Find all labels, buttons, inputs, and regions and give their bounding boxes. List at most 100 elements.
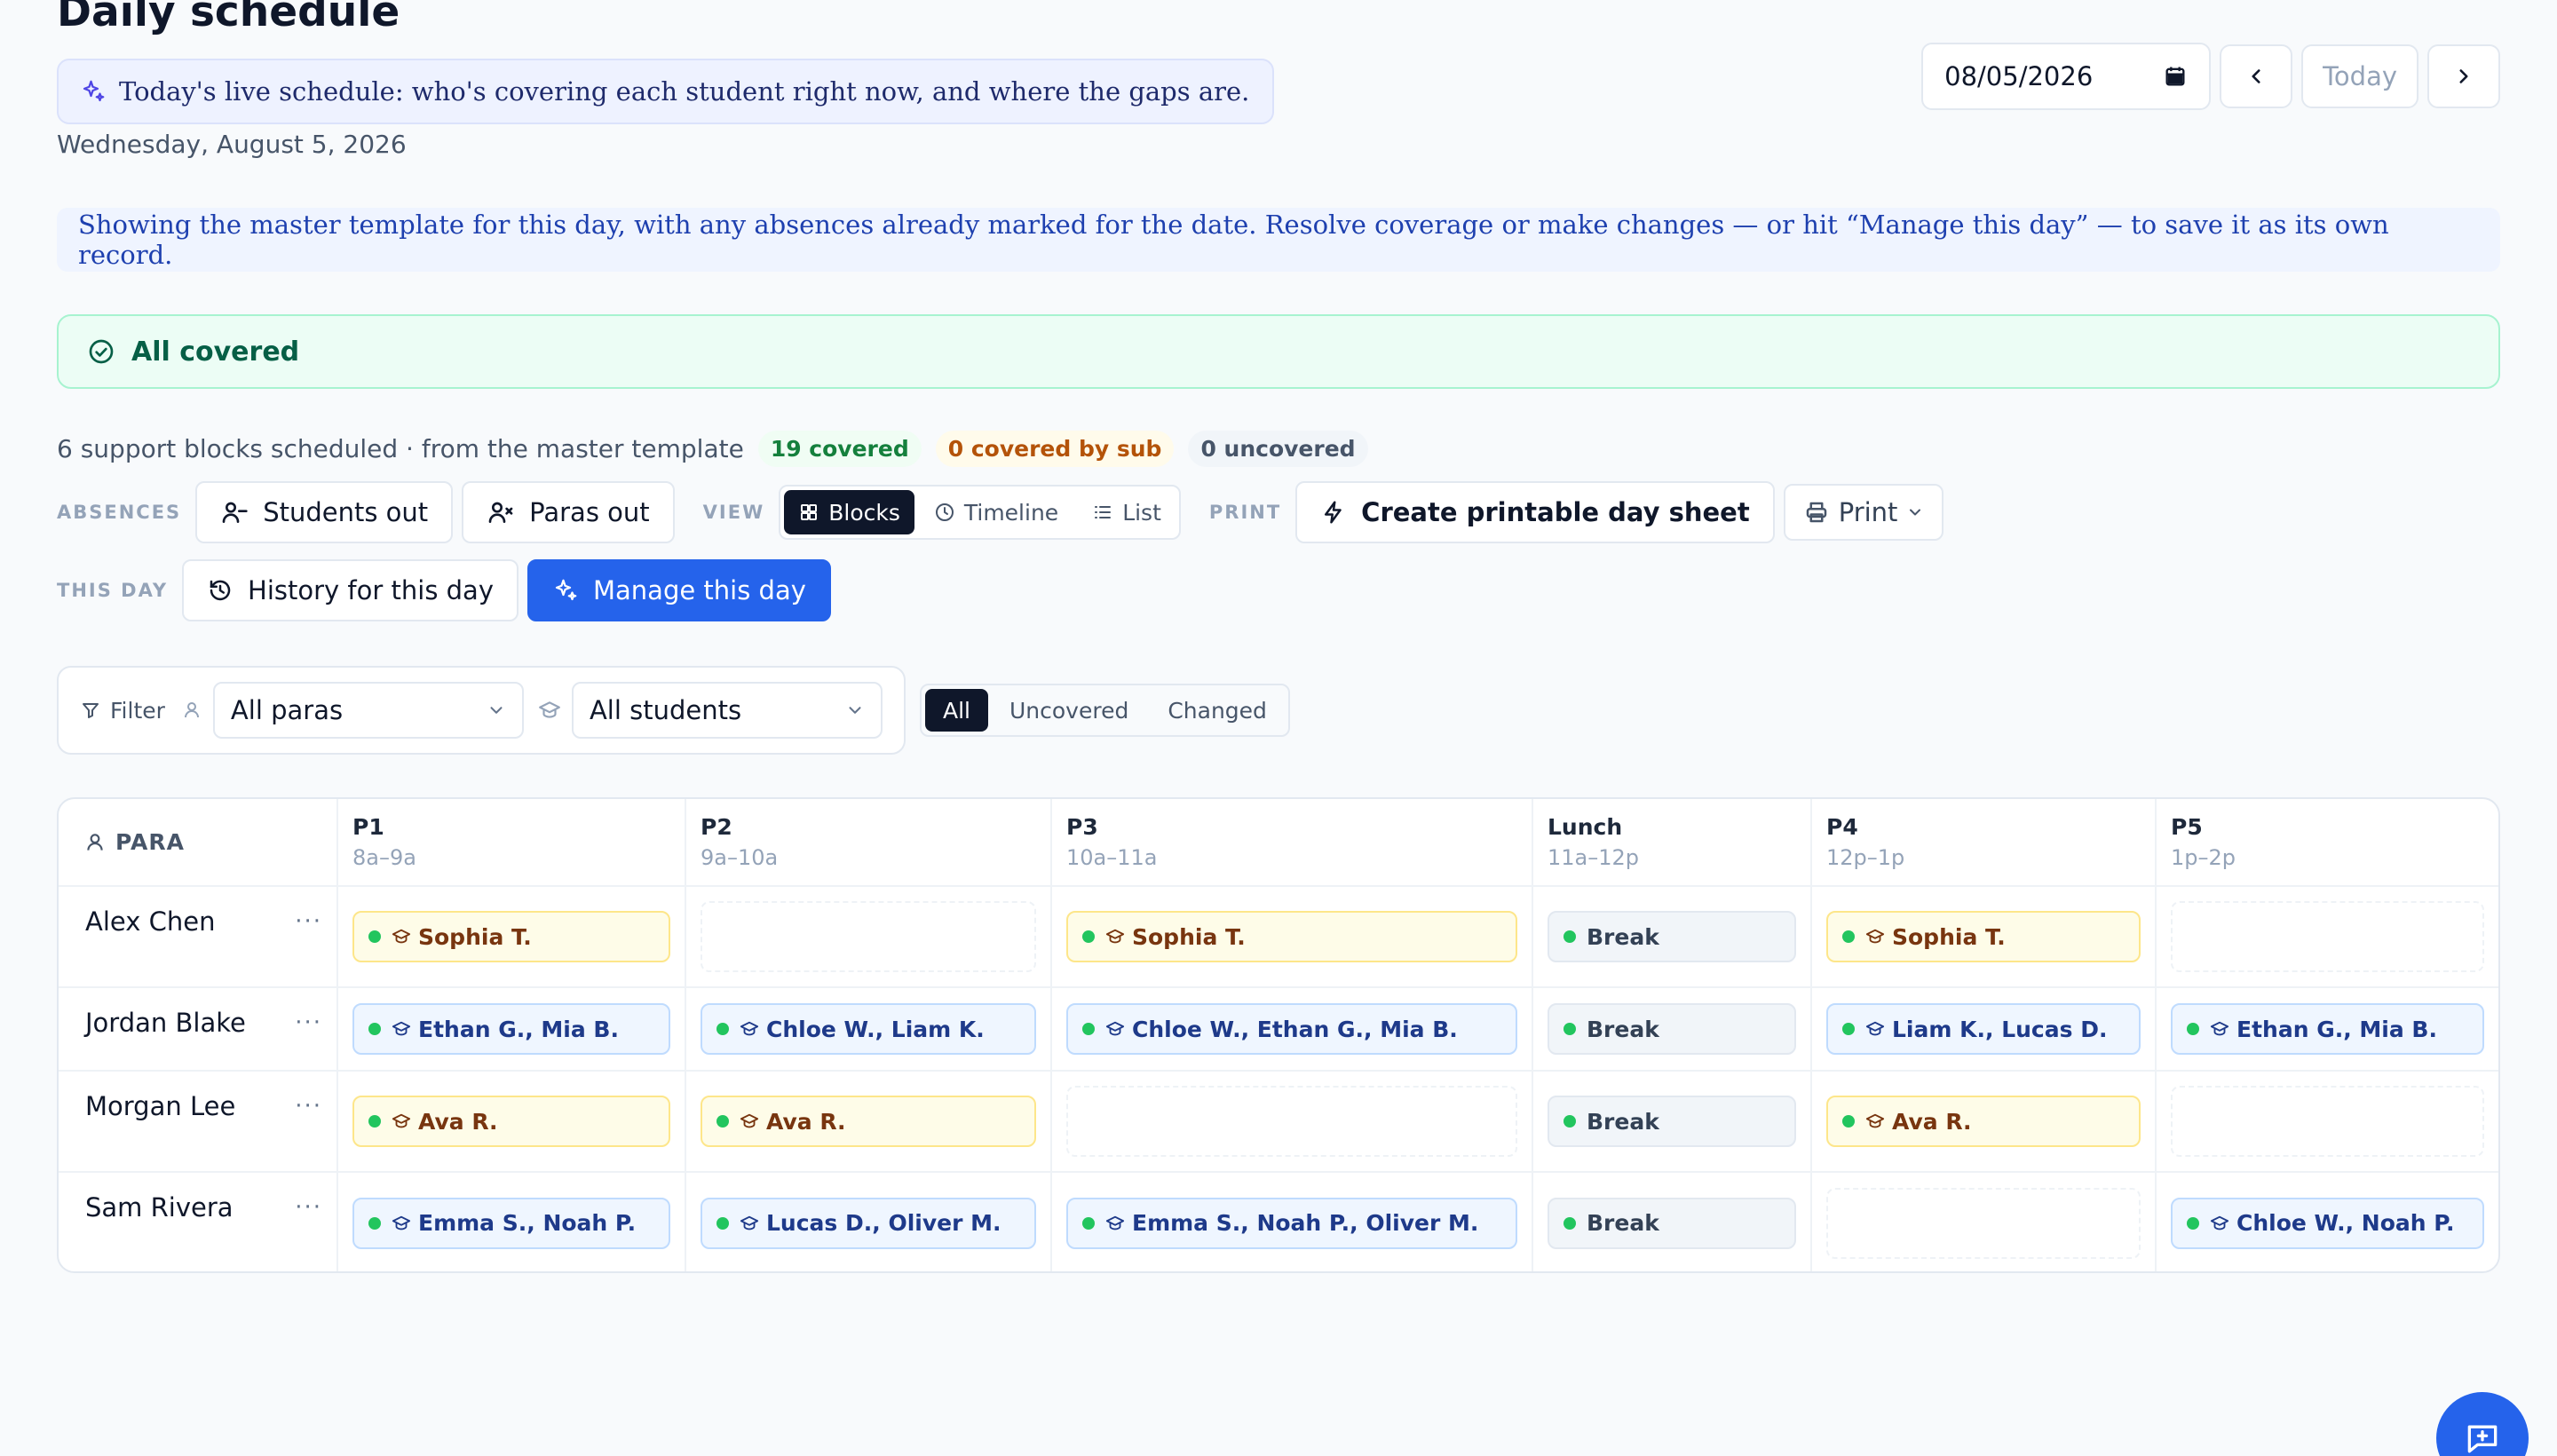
schedule-cell[interactable]: Lucas D., Oliver M.: [685, 1172, 1052, 1271]
coverage-chip[interactable]: Sophia T.: [1826, 911, 2141, 962]
student-filter-select[interactable]: All students: [571, 682, 883, 739]
view-list-tab[interactable]: List: [1078, 490, 1176, 534]
schedule-cell[interactable]: Chloe W., Liam K.: [685, 987, 1052, 1072]
schedule-cell[interactable]: Sophia T.: [1811, 886, 2157, 988]
schedule-cell[interactable]: [685, 886, 1052, 988]
coverage-chip[interactable]: Chloe W., Liam K.: [701, 1003, 1036, 1055]
period-header: P2 9a–10a: [685, 799, 1052, 887]
chevron-right-icon: [2452, 65, 2475, 88]
para-name: Sam Rivera: [85, 1192, 234, 1223]
schedule-cell[interactable]: Break: [1532, 1172, 1812, 1271]
schedule-cell[interactable]: Break: [1532, 1071, 1812, 1173]
history-button[interactable]: History for this day: [182, 559, 519, 621]
schedule-cell[interactable]: [2156, 1071, 2498, 1173]
print-menu-button[interactable]: Print: [1783, 484, 1944, 541]
next-day-button[interactable]: [2427, 44, 2500, 108]
today-button[interactable]: Today: [2301, 44, 2418, 108]
schedule-cell[interactable]: Break: [1532, 987, 1812, 1072]
more-options-button[interactable]: ···: [295, 910, 322, 933]
para-cell: Sam Rivera ···: [59, 1172, 338, 1271]
more-options-button[interactable]: ···: [295, 1011, 322, 1034]
date-picker-input[interactable]: 08/05/2026: [1921, 43, 2212, 110]
view-timeline-tab[interactable]: Timeline: [920, 490, 1073, 534]
students-label: Ava R.: [766, 1108, 846, 1135]
feedback-chat-button[interactable]: [2436, 1392, 2529, 1456]
break-chip[interactable]: Break: [1548, 911, 1796, 962]
schedule-cell[interactable]: Sophia T.: [337, 886, 686, 988]
coverage-chip[interactable]: Liam K., Lucas D.: [1826, 1003, 2141, 1055]
students-label: Chloe W., Noah P.: [2236, 1210, 2455, 1236]
status-dot: [368, 1216, 381, 1230]
students-out-button[interactable]: Students out: [195, 481, 454, 543]
coverage-chip[interactable]: Chloe W., Noah P.: [2171, 1197, 2484, 1249]
table-row: Alex Chen ··· Sophia T. Sophia T. Break …: [59, 886, 2498, 988]
schedule-cell[interactable]: Break: [1532, 886, 1812, 988]
graduation-cap-icon: [740, 1112, 759, 1131]
clock-icon: [934, 502, 955, 523]
history-icon: [207, 577, 234, 604]
coverage-chip[interactable]: Lucas D., Oliver M.: [701, 1197, 1036, 1249]
create-day-sheet-button[interactable]: Create printable day sheet: [1295, 481, 1775, 543]
coverage-chip[interactable]: Emma S., Noah P.: [352, 1197, 670, 1249]
schedule-cell[interactable]: Emma S., Noah P., Oliver M.: [1051, 1172, 1533, 1271]
empty-slot[interactable]: [1826, 1187, 2141, 1259]
schedule-cell[interactable]: Ethan G., Mia B.: [337, 987, 686, 1072]
filter-bar: Filter All paras All students: [57, 666, 906, 755]
schedule-cell[interactable]: [1811, 1172, 2157, 1271]
schedule-cell[interactable]: Chloe W., Noah P.: [2156, 1172, 2498, 1271]
view-group-label: VIEW: [702, 502, 765, 523]
coverage-chip[interactable]: Sophia T.: [352, 911, 670, 962]
paras-out-button[interactable]: Paras out: [462, 481, 675, 543]
view-blocks-tab[interactable]: Blocks: [784, 490, 914, 534]
empty-slot[interactable]: [1066, 1086, 1517, 1157]
empty-slot[interactable]: [2171, 1086, 2484, 1157]
previous-day-button[interactable]: [2220, 44, 2293, 108]
filter-changed-tab[interactable]: Changed: [1150, 689, 1285, 732]
schedule-cell[interactable]: Liam K., Lucas D.: [1811, 987, 2157, 1072]
students-label: Sophia T.: [1132, 923, 1246, 950]
coverage-chip[interactable]: Chloe W., Ethan G., Mia B.: [1066, 1003, 1517, 1055]
chevron-left-icon: [2244, 65, 2268, 88]
graduation-cap-icon: [740, 1214, 759, 1233]
para-filter-select[interactable]: All paras: [212, 682, 524, 739]
graduation-cap-icon: [1865, 927, 1885, 946]
manage-this-day-button[interactable]: Manage this day: [527, 559, 831, 621]
schedule-cell[interactable]: Ava R.: [1811, 1071, 2157, 1173]
coverage-chip[interactable]: Ethan G., Mia B.: [2171, 1003, 2484, 1055]
more-options-button[interactable]: ···: [295, 1196, 322, 1219]
coverage-chip[interactable]: Emma S., Noah P., Oliver M.: [1066, 1197, 1517, 1249]
break-chip[interactable]: Break: [1548, 1096, 1796, 1147]
empty-slot[interactable]: [2171, 901, 2484, 972]
period-time: 9a–10a: [701, 845, 779, 870]
schedule-cell[interactable]: Chloe W., Ethan G., Mia B.: [1051, 987, 1533, 1072]
break-label: Break: [1587, 923, 1659, 950]
schedule-cell[interactable]: Ava R.: [685, 1071, 1052, 1173]
print-label: Print: [1838, 497, 1898, 527]
schedule-cell[interactable]: [2156, 886, 2498, 988]
coverage-chip[interactable]: Sophia T.: [1066, 911, 1517, 962]
create-day-sheet-label: Create printable day sheet: [1361, 497, 1750, 527]
coverage-chip[interactable]: Ava R.: [352, 1096, 670, 1147]
student-filter-value: All students: [589, 695, 742, 725]
schedule-cell[interactable]: Ava R.: [337, 1071, 686, 1173]
schedule-cell[interactable]: [1051, 1071, 1533, 1173]
coverage-chip[interactable]: Ethan G., Mia B.: [352, 1003, 670, 1055]
filter-all-tab[interactable]: All: [925, 689, 988, 732]
period-time: 11a–12p: [1548, 845, 1640, 870]
break-chip[interactable]: Break: [1548, 1197, 1796, 1249]
calendar-icon[interactable]: [2163, 64, 2188, 89]
page-title: Daily schedule: [57, 0, 400, 36]
date-navigation: 08/05/2026 Today: [1921, 43, 2500, 110]
schedule-cell[interactable]: Ethan G., Mia B.: [2156, 987, 2498, 1072]
schedule-cell[interactable]: Emma S., Noah P.: [337, 1172, 686, 1271]
empty-slot[interactable]: [701, 901, 1036, 972]
more-options-button[interactable]: ···: [295, 1095, 322, 1118]
coverage-chip[interactable]: Ava R.: [701, 1096, 1036, 1147]
break-chip[interactable]: Break: [1548, 1003, 1796, 1055]
break-label: Break: [1587, 1108, 1659, 1135]
schedule-cell[interactable]: Sophia T.: [1051, 886, 1533, 988]
filter-uncovered-tab[interactable]: Uncovered: [992, 689, 1146, 732]
graduation-cap-icon: [392, 1112, 411, 1131]
coverage-chip[interactable]: Ava R.: [1826, 1096, 2141, 1147]
students-label: Ethan G., Mia B.: [418, 1016, 619, 1042]
